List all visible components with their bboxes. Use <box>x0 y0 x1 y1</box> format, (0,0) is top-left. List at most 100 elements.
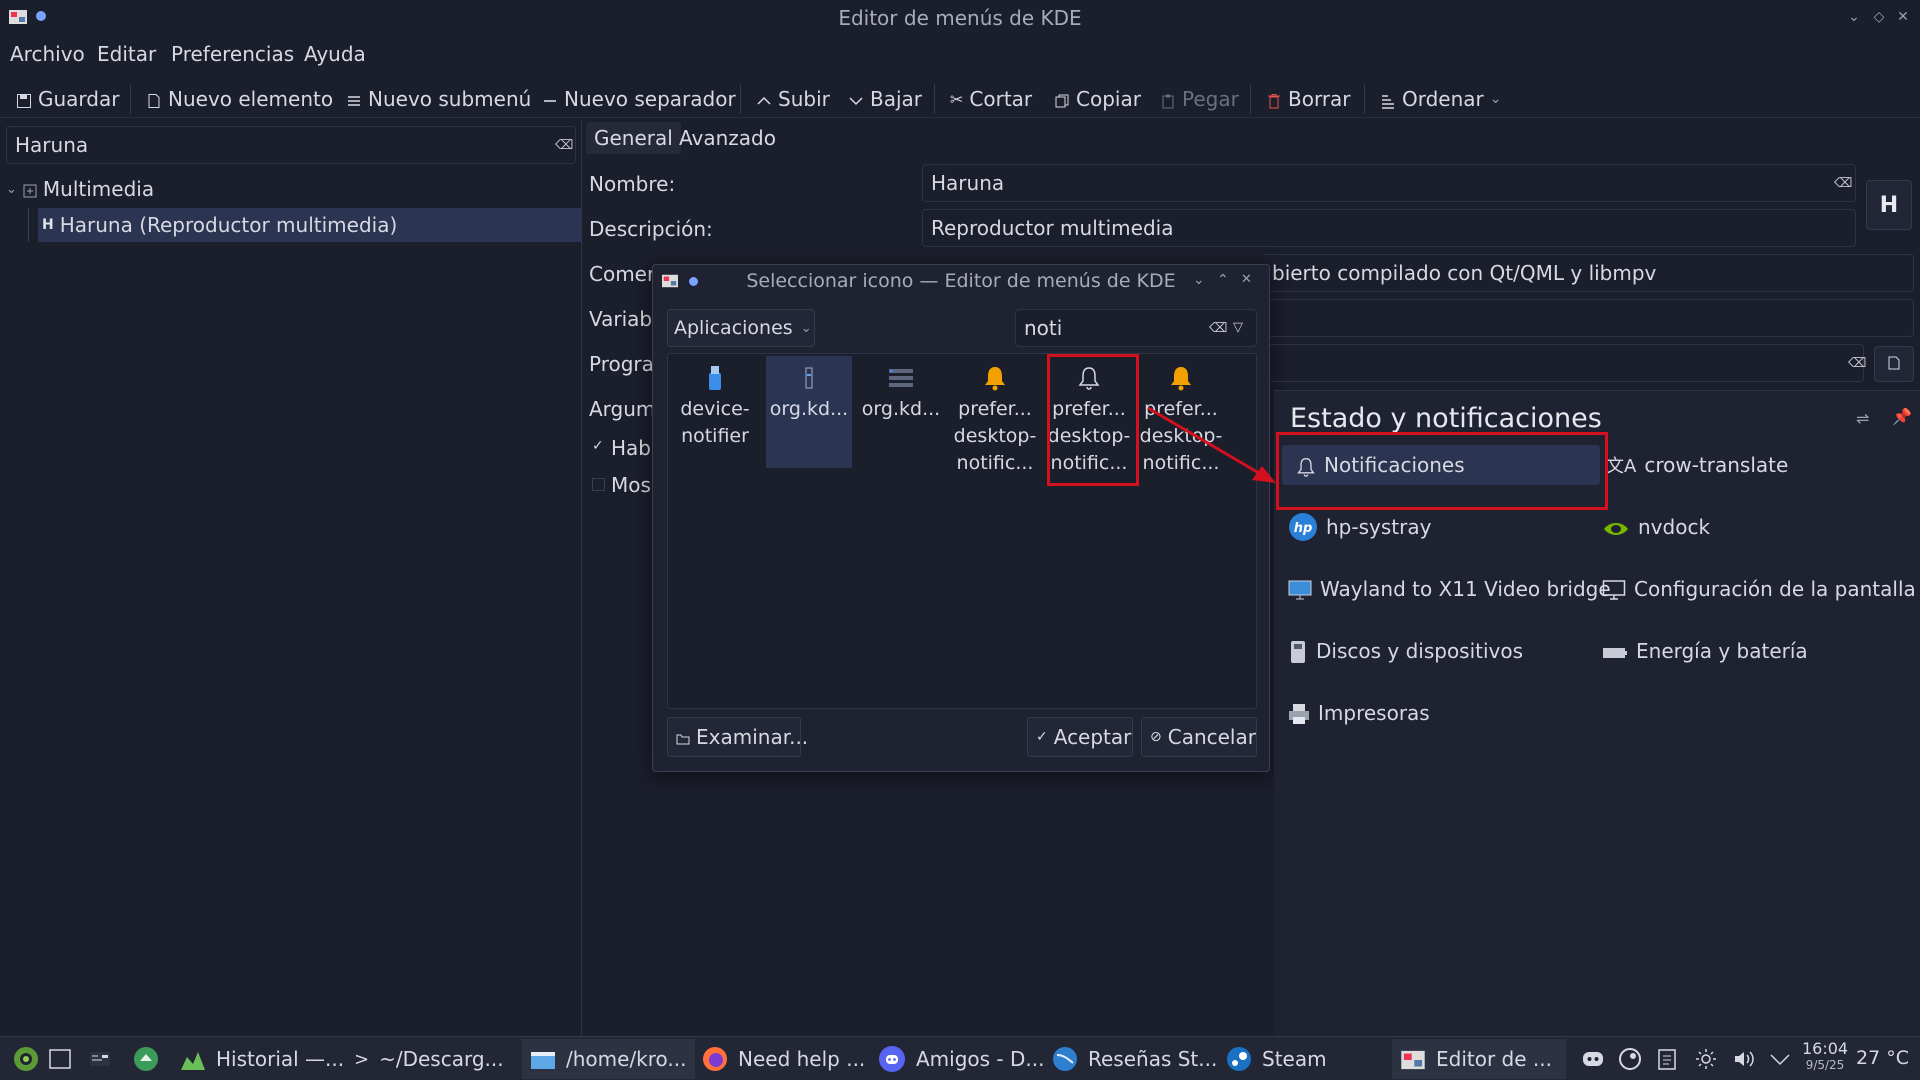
task-label: Historial —... <box>216 1047 345 1071</box>
tab-advanced[interactable]: Avanzado <box>671 122 784 154</box>
notif-item-display-settings[interactable]: Configuración de la pantalla <box>1602 569 1916 609</box>
steam-tray-icon[interactable] <box>1618 1047 1642 1071</box>
brightness-icon[interactable] <box>1694 1047 1718 1071</box>
task-kmenuedit[interactable]: Editor de ... <box>1392 1039 1566 1079</box>
menu-ayuda[interactable]: Ayuda <box>304 42 366 66</box>
volume-icon[interactable] <box>1732 1047 1756 1071</box>
list-icon <box>858 360 944 396</box>
launcher-app-icon[interactable] <box>132 1045 160 1073</box>
ok-button[interactable]: ✓ Aceptar <box>1027 717 1133 757</box>
show-desktop-icon[interactable] <box>48 1047 72 1071</box>
delete-button[interactable]: Borrar <box>1266 84 1351 114</box>
app-launcher-icon[interactable] <box>12 1045 40 1073</box>
notif-item-printers[interactable]: Impresoras <box>1288 693 1430 733</box>
menu-archivo[interactable]: Archivo <box>10 42 85 66</box>
task-browser[interactable]: Reseñas St... <box>1044 1039 1225 1079</box>
close-icon[interactable]: ✕ <box>1241 272 1252 287</box>
task-firefox[interactable]: Need help ... <box>694 1039 873 1079</box>
cut-button[interactable]: ✂ Cortar <box>950 84 1032 114</box>
copy-button[interactable]: Copiar <box>1054 84 1141 114</box>
menu-preferencias[interactable]: Preferencias <box>171 42 294 66</box>
close-icon[interactable]: ✕ <box>1894 8 1912 26</box>
browse-program-button[interactable] <box>1874 346 1914 382</box>
notif-item-wayland-bridge[interactable]: Wayland to X11 Video bridge <box>1288 569 1611 609</box>
pin-icon[interactable]: 📌 <box>1892 407 1912 426</box>
translate-icon: 文A <box>1606 456 1637 477</box>
copy-label: Copiar <box>1076 87 1141 111</box>
title-bar: Editor de menús de KDE ⌄ ◇ ✕ <box>0 0 1920 36</box>
chevron-down-icon: ⌄ <box>800 320 812 336</box>
save-button[interactable]: Guardar <box>16 84 119 114</box>
task-label: Need help ... <box>738 1047 866 1071</box>
filter-funnel-icon[interactable]: ▽ <box>1233 320 1243 335</box>
task-dolphin[interactable]: /home/kro... <box>522 1039 695 1079</box>
notif-item-label: Energía y batería <box>1636 639 1808 663</box>
notif-item-label: Impresoras <box>1318 701 1430 725</box>
search-input[interactable]: Haruna <box>6 126 576 164</box>
description-field[interactable]: Reproductor multimedia <box>922 209 1856 247</box>
comment-field[interactable]: bierto compilado con Qt/QML y libmpv <box>1264 254 1914 292</box>
clear-filter-icon[interactable]: ⌫ <box>1209 321 1227 336</box>
notif-item-nvdock[interactable]: nvdock <box>1602 507 1710 547</box>
tree-item-haruna[interactable]: H Haruna (Reproductor multimedia) <box>38 208 582 242</box>
name-field[interactable]: Haruna <box>922 164 1856 202</box>
new-item-button[interactable]: Nuevo elemento <box>146 84 333 114</box>
task-discord[interactable]: Amigos - D... <box>870 1039 1052 1079</box>
configure-icon[interactable]: ⇌ <box>1856 409 1869 428</box>
icon-tile-preferences-desktop-notification[interactable]: prefer... desktop- notific... <box>952 356 1038 474</box>
weather-temperature[interactable]: 27 °C <box>1856 1047 1909 1069</box>
move-up-button[interactable]: Subir <box>756 84 830 114</box>
toolbar-separator <box>1250 84 1251 114</box>
minimize-icon[interactable]: ⌄ <box>1845 8 1863 26</box>
pager-icon[interactable] <box>88 1047 112 1071</box>
move-down-button[interactable]: Bajar <box>848 84 922 114</box>
paste-button[interactable]: Pegar <box>1160 84 1239 114</box>
checkmark-icon: ✓ <box>1036 729 1048 745</box>
sort-button[interactable]: Ordenar ⌄ <box>1380 84 1502 114</box>
minimize-icon[interactable]: ⌄ <box>1193 272 1205 288</box>
tree-category-multimedia[interactable]: ⌄ Multimedia <box>0 172 582 206</box>
notif-item-crow-translate[interactable]: 文A crow-translate <box>1606 445 1788 485</box>
task-terminal[interactable]: > ~/Descarg... <box>346 1039 512 1079</box>
display-settings-icon <box>1602 577 1626 602</box>
notif-item-power[interactable]: Energía y batería <box>1602 631 1808 671</box>
checkmark-icon[interactable]: ✓ <box>592 438 604 454</box>
clock[interactable]: 16:04 9/5/25 <box>1802 1041 1848 1073</box>
chart-icon <box>180 1047 206 1072</box>
menu-editar[interactable]: Editar <box>97 42 156 66</box>
cancel-button[interactable]: ⊘ Cancelar <box>1141 717 1257 757</box>
env-vars-field[interactable] <box>1264 299 1914 337</box>
maximize-icon[interactable]: ⌃ <box>1217 272 1229 288</box>
discord-tray-icon[interactable] <box>1580 1047 1604 1071</box>
show-checkbox[interactable] <box>592 478 605 491</box>
notif-item-disks[interactable]: Discos y dispositivos <box>1288 631 1523 671</box>
description-value: Reproductor multimedia <box>931 216 1174 240</box>
icon-tile-org-kde[interactable]: org.kd... <box>858 356 944 468</box>
program-field[interactable] <box>1264 344 1864 382</box>
clipboard-tray-icon[interactable] <box>1656 1047 1680 1071</box>
task-historial[interactable]: Historial —... <box>172 1039 352 1079</box>
tree-category-label: Multimedia <box>42 177 155 201</box>
browse-button[interactable]: Examinar... <box>667 717 808 757</box>
icon-tile-label: org.kd... <box>861 398 941 420</box>
tree-guide-line <box>28 208 29 242</box>
category-select[interactable]: Aplicaciones ⌄ <box>667 309 815 347</box>
new-separator-button[interactable]: Nuevo separador <box>542 84 736 114</box>
tab-general[interactable]: General <box>586 122 681 154</box>
icon-picker-button[interactable]: H <box>1866 180 1912 230</box>
icon-tile-device-notifier[interactable]: device- notifier <box>672 356 758 468</box>
maximize-icon[interactable]: ◇ <box>1870 8 1888 26</box>
icon-tile-org-kde[interactable]: org.kd... <box>766 356 852 468</box>
clear-program-icon[interactable]: ⌫ <box>1848 356 1866 371</box>
clear-search-icon[interactable]: ⌫ <box>555 138 573 153</box>
clear-name-icon[interactable]: ⌫ <box>1834 176 1852 191</box>
icon-tile-label: device- notifier <box>680 398 750 447</box>
toolbar-separator <box>130 84 131 114</box>
category-value: Aplicaciones <box>674 317 793 339</box>
task-steam[interactable]: Steam <box>1218 1039 1335 1079</box>
new-submenu-button[interactable]: Nuevo submenú <box>346 84 531 114</box>
cancel-label: Cancelar <box>1167 725 1256 749</box>
trash-icon <box>1266 87 1282 111</box>
notif-item-hp-systray[interactable]: hp hp-systray <box>1288 507 1431 547</box>
tray-expand-icon[interactable] <box>1768 1047 1792 1071</box>
